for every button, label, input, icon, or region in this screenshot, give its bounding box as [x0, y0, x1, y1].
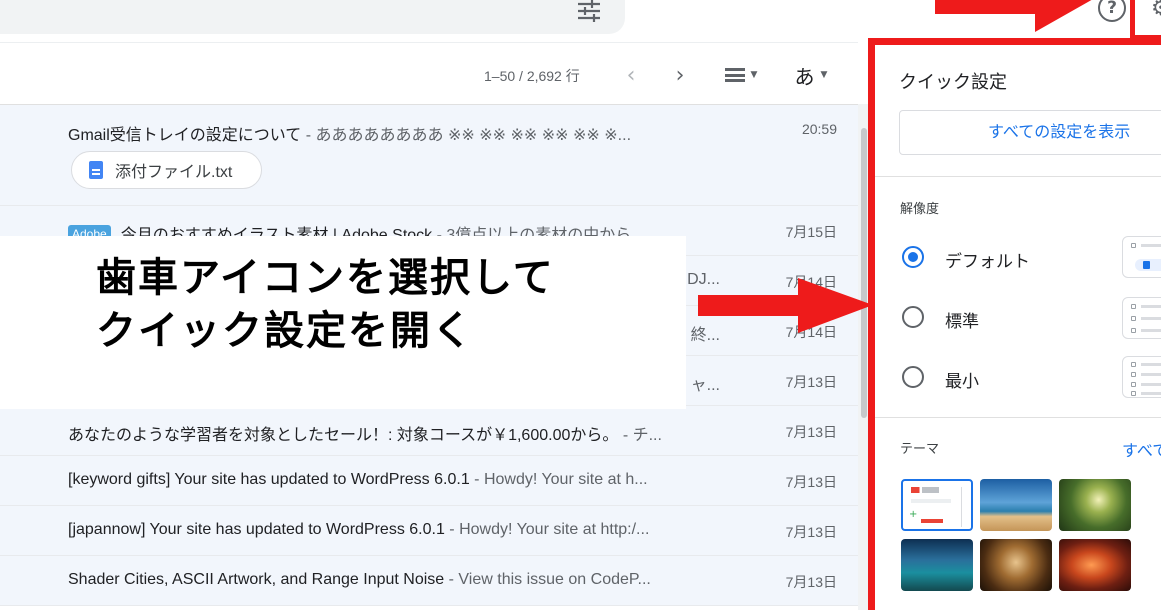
theme-lake[interactable]: [901, 539, 973, 591]
email-date: 7月13日: [785, 524, 837, 540]
density-preview-compact: [1122, 356, 1161, 398]
quick-settings-title: クイック設定: [899, 72, 1007, 92]
split-pane-button[interactable]: ▼: [716, 60, 766, 90]
annotation-arrow-top: [935, 0, 1092, 32]
plus-icon: +: [909, 509, 918, 520]
annotation-arrow-middle: [698, 278, 873, 333]
help-icon[interactable]: ?: [1098, 0, 1126, 22]
gmail-logo: [911, 487, 939, 493]
tune-icon[interactable]: [576, 0, 602, 22]
email-date: 20:59: [801, 121, 837, 137]
email-date: 7月13日: [785, 374, 837, 390]
email-subject: あなたのような学習者を対象としたセール！: 対象コースが￥1,600.00から。: [68, 427, 619, 444]
density-label: 最小: [945, 372, 979, 391]
gear-icon[interactable]: ⚙: [1151, 0, 1161, 21]
theme-chess[interactable]: [980, 539, 1052, 591]
email-snippet: ャ...: [690, 377, 720, 394]
caption-line: クイック設定を開く: [96, 307, 474, 354]
theme-forest[interactable]: [1059, 479, 1131, 531]
radio-selected[interactable]: [902, 246, 924, 268]
email-line: [keyword gifts] Your site has updated to…: [68, 471, 720, 489]
theme-default[interactable]: +: [901, 479, 973, 531]
view-all-themes-link[interactable]: すべて: [1122, 437, 1161, 461]
email-subject: [japannow] Your site has updated to Word…: [68, 521, 445, 538]
email-row[interactable]: あなたのような学習者を対象としたセール！: 対象コースが￥1,600.00から。…: [0, 406, 858, 456]
email-snippet: - Howdy! Your site at http:/...: [444, 521, 650, 538]
email-row[interactable]: Shader Cities, ASCII Artwork, and Range …: [0, 556, 858, 606]
density-preview-default: [1122, 236, 1161, 278]
chevron-down-icon: ▼: [750, 70, 758, 80]
preview-bar: [921, 519, 943, 523]
density-preview-standard: [1122, 297, 1161, 339]
density-heading: 解像度: [900, 201, 940, 216]
email-line: [japannow] Your site has updated to Word…: [68, 521, 720, 539]
email-line: Gmail受信トレイの設定について - ああああああああ ※※ ※※ ※※ ※※…: [68, 121, 720, 145]
email-snippet: - チ...: [618, 427, 662, 444]
attachment-preview-chip: [1135, 259, 1161, 271]
density-label: 標準: [945, 312, 979, 331]
header-divider: [0, 42, 858, 43]
density-option-compact[interactable]: 最小: [900, 362, 1100, 392]
theme-heading: テーマ: [900, 441, 940, 456]
input-tools-label: あ: [794, 64, 815, 89]
see-all-settings-button[interactable]: すべての設定を表示: [899, 110, 1161, 155]
email-snippet: - Howdy! Your site at h...: [469, 471, 648, 488]
caption-text: 歯車アイコンを選択して クイック設定を開く: [96, 252, 555, 358]
section-divider: [875, 417, 1161, 418]
section-divider: [875, 176, 1161, 177]
next-page-button[interactable]: ›: [666, 60, 694, 90]
attachment-name: 添付ファイル.txt: [115, 164, 233, 181]
preview-bar: [911, 499, 951, 503]
input-tools-button[interactable]: あ ▼: [786, 60, 836, 90]
email-row[interactable]: [japannow] Your site has updated to Word…: [0, 506, 858, 556]
scrollbar-thumb[interactable]: [861, 128, 867, 418]
email-subject: Shader Cities, ASCII Artwork, and Range …: [68, 571, 445, 588]
theme-canyon[interactable]: [1059, 539, 1131, 591]
attachment-chip[interactable]: 添付ファイル.txt: [71, 151, 262, 189]
radio-unselected[interactable]: [902, 366, 924, 388]
density-option-standard[interactable]: 標準: [900, 302, 1100, 332]
split-pane-icon: [724, 68, 745, 82]
email-date: 7月13日: [785, 474, 837, 490]
theme-beach[interactable]: [980, 479, 1052, 531]
pager-count: 1–50 / 2,692 行: [484, 68, 580, 84]
caption-line: 歯車アイコンを選択して: [96, 255, 555, 301]
preview-side: [961, 487, 967, 527]
email-subject: Gmail受信トレイの設定について: [68, 127, 302, 144]
email-row[interactable]: Gmail受信トレイの設定について - ああああああああ ※※ ※※ ※※ ※※…: [0, 105, 858, 206]
prev-page-button[interactable]: ‹: [617, 60, 645, 90]
density-option-default[interactable]: デフォルト: [900, 242, 1100, 272]
email-subject: [keyword gifts] Your site has updated to…: [68, 471, 470, 488]
email-line: あなたのような学習者を対象としたセール！: 対象コースが￥1,600.00から。…: [68, 421, 720, 445]
chevron-down-icon: ▼: [820, 70, 828, 80]
density-label: デフォルト: [945, 252, 1030, 271]
email-snippet: - View this issue on CodeP...: [444, 571, 651, 588]
document-icon: [89, 161, 103, 179]
list-toolbar: 1–50 / 2,692 行 ‹ › ▼ あ ▼: [0, 50, 858, 100]
email-date: 7月15日: [785, 224, 837, 240]
email-date: 7月13日: [785, 424, 837, 440]
search-bar[interactable]: [0, 0, 625, 34]
email-date: 7月13日: [785, 574, 837, 590]
email-snippet: - ああああああああ ※※ ※※ ※※ ※※ ※※ ※...: [301, 127, 632, 144]
email-line: Shader Cities, ASCII Artwork, and Range …: [68, 571, 720, 589]
radio-unselected[interactable]: [902, 306, 924, 328]
email-row[interactable]: [keyword gifts] Your site has updated to…: [0, 456, 858, 506]
